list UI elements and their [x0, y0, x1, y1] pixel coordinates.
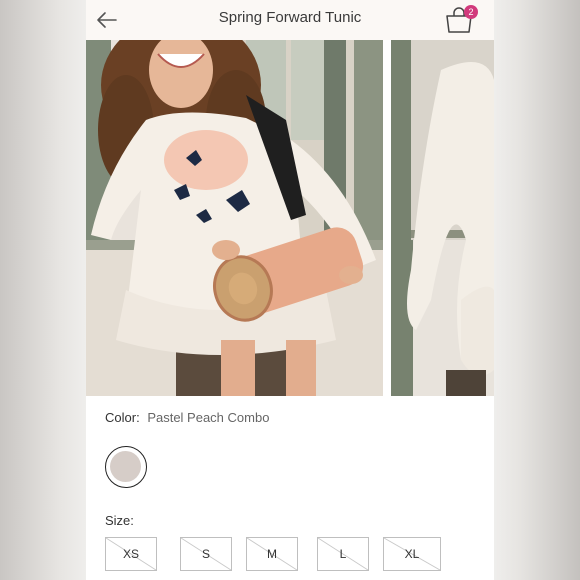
color-value: Pastel Peach Combo: [147, 410, 270, 425]
size-option-label: XL: [404, 547, 420, 561]
background-left: [0, 0, 86, 580]
size-option-label: M: [267, 547, 277, 561]
color-row: Color: Pastel Peach Combo: [105, 410, 269, 425]
color-swatch-selected[interactable]: [105, 446, 147, 488]
color-swatch-fill: [110, 451, 141, 482]
size-option-l[interactable]: L: [317, 537, 369, 571]
size-option-label: XS: [122, 547, 139, 561]
size-option-label: S: [201, 547, 210, 561]
size-option-xl[interactable]: XL: [383, 537, 441, 571]
size-option-m[interactable]: M: [246, 537, 298, 571]
product-photo-main[interactable]: [86, 40, 383, 396]
app-screen: Spring Forward Tunic 2 Color: Pastel Pea…: [86, 0, 494, 580]
size-option-label: L: [339, 547, 347, 561]
cart-count-badge: 2: [464, 5, 478, 19]
color-label: Color:: [105, 410, 140, 425]
page-title: Spring Forward Tunic: [218, 9, 362, 26]
top-navigation-bar: Spring Forward Tunic 2: [86, 0, 494, 40]
size-label: Size:: [105, 513, 134, 528]
size-option-s[interactable]: S: [180, 537, 232, 571]
back-arrow-icon[interactable]: [94, 7, 120, 33]
background-right: [494, 0, 580, 580]
size-option-xs[interactable]: XS: [105, 537, 157, 571]
product-photo-second[interactable]: [391, 40, 494, 396]
